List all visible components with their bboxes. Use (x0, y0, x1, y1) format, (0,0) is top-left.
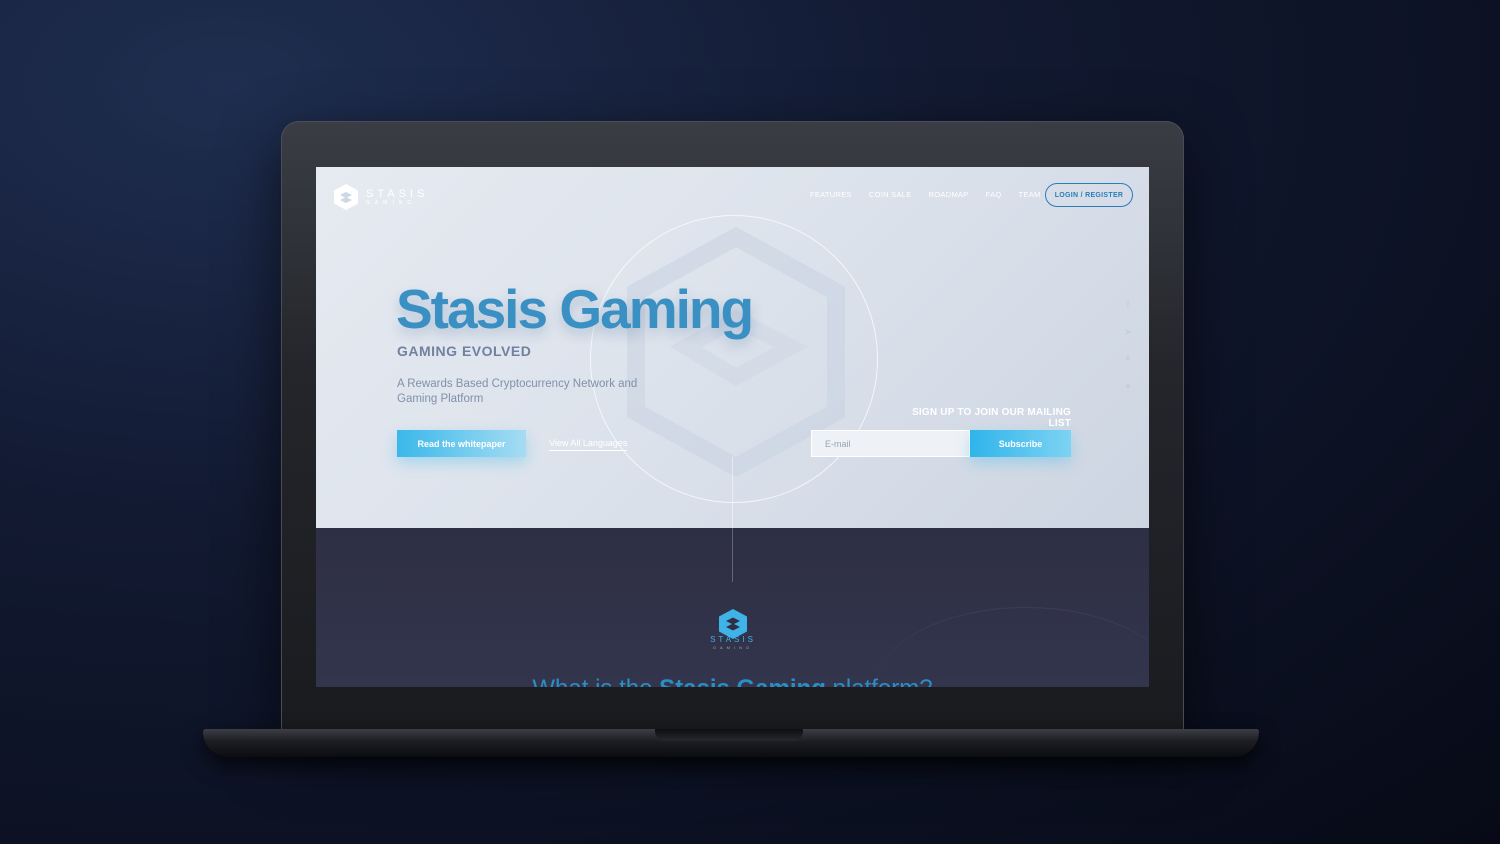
main-nav: FEATURES COIN SALE ROADMAP FAQ TEAM (810, 190, 1041, 199)
brand-text: STASIS GAMING (366, 188, 428, 207)
section-connector-line (732, 528, 733, 582)
email-input[interactable]: E-mail (811, 430, 970, 457)
subscribe-button[interactable]: Subscribe (970, 430, 1071, 457)
nav-item-features[interactable]: FEATURES (810, 190, 852, 199)
hero-subtitle: GAMING EVOLVED (397, 343, 532, 359)
reddit-icon[interactable]: ● (1122, 381, 1134, 393)
hero-divider-line (732, 457, 733, 528)
view-languages-link[interactable]: View All Languages (549, 438, 628, 451)
social-links: f ➤ ✦ ● (1122, 300, 1134, 393)
hero-title: Stasis Gaming (396, 278, 754, 340)
section-title-pre: What is the (532, 675, 659, 687)
center-brand-tagline: GAMING (712, 645, 754, 650)
center-brand-text: STASIS GAMING (704, 635, 762, 650)
stasis-logo-icon (334, 184, 358, 210)
nav-item-roadmap[interactable]: ROADMAP (929, 190, 969, 199)
login-register-button[interactable]: LOGIN / REGISTER (1045, 183, 1133, 207)
laptop-notch (655, 729, 803, 741)
hero-section: STASIS GAMING FEATURES COIN SALE ROADMAP… (316, 167, 1149, 528)
hero-description: A Rewards Based Cryptocurrency Network a… (397, 378, 638, 405)
laptop-screen: STASIS GAMING FEATURES COIN SALE ROADMAP… (316, 167, 1149, 687)
twitter-icon[interactable]: ✦ (1122, 354, 1134, 366)
section-title-bold: Stasis Gaming (659, 675, 826, 687)
site-logo[interactable]: STASIS GAMING (332, 183, 428, 211)
brand-tagline: GAMING (366, 199, 417, 206)
telegram-icon[interactable]: ➤ (1122, 327, 1134, 339)
center-brand-name: STASIS (710, 635, 756, 644)
facebook-icon[interactable]: f (1122, 300, 1134, 312)
section-title-post: platform? (826, 675, 933, 687)
nav-item-team[interactable]: TEAM (1019, 190, 1041, 199)
nav-item-coin-sale[interactable]: COIN SALE (869, 190, 912, 199)
brand-name: STASIS (366, 187, 429, 200)
mailing-list-title: SIGN UP TO JOIN OUR MAILING LIST (912, 407, 1071, 429)
section-title: What is the Stasis Gaming platform? (524, 675, 941, 687)
nav-item-faq[interactable]: FAQ (986, 190, 1002, 199)
whitepaper-button[interactable]: Read the whitepaper (397, 430, 526, 457)
